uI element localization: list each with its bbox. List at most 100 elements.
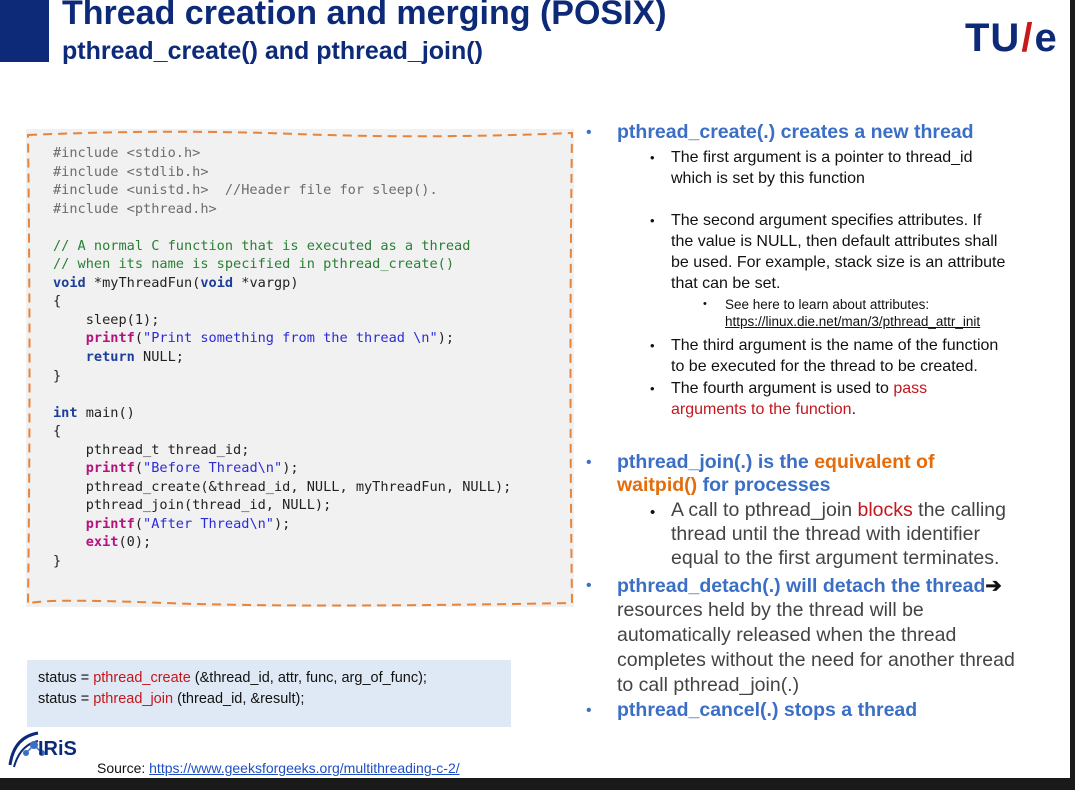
code-token: ); — [274, 515, 291, 532]
code-line: printf("After Thread\n"); — [53, 515, 511, 534]
code-line: } — [53, 553, 62, 570]
arg2-text-line: The second argument specifies attributes… — [671, 212, 982, 229]
slide: Thread creation and merging (POSIX) pthr… — [0, 0, 1070, 778]
arg4-highlight: pass — [893, 380, 928, 397]
signature-line-create: status = pthread_create (&thread_id, att… — [38, 670, 427, 686]
title-accent-square — [0, 0, 49, 62]
code-line: { — [53, 293, 62, 310]
code-line: pthread_t thread_id; — [53, 441, 250, 458]
sub-bullet-dot: • — [650, 338, 655, 353]
code-line: #include <stdlib.h> — [53, 163, 209, 180]
source-credit: Source: https://www.geeksforgeeks.org/mu… — [97, 760, 460, 776]
join-desc-line: A call to pthread_join blocks the callin… — [671, 499, 1006, 522]
code-token: int — [53, 404, 78, 421]
slide-subtitle: pthread_create() and pthread_join() — [62, 37, 483, 65]
code-token: ); — [437, 330, 455, 347]
detach-desc-line: resources held by the thread will be — [617, 599, 924, 621]
arg4-text: The fourth argument is used to — [671, 380, 894, 397]
code-token: (0); — [118, 534, 152, 551]
join-heading-highlight: waitpid() — [617, 474, 698, 496]
join-desc-highlight: blocks — [857, 499, 913, 521]
tue-logo: TU/e — [965, 16, 1058, 61]
bullet-pthread-create-heading: pthread_create(.) creates a new thread — [617, 121, 974, 143]
slide-title: Thread creation and merging (POSIX) — [62, 0, 667, 32]
arg3-text-line: The third argument is the name of the fu… — [671, 337, 999, 354]
signature-prefix: status = — [38, 670, 94, 686]
signature-fn-join: pthread_join — [93, 691, 174, 707]
arg1-text-line: which is set by this function — [671, 170, 865, 187]
code-token: *vargp) — [233, 274, 299, 291]
bullet-pthread-join-heading: waitpid() for processes — [617, 474, 830, 497]
join-heading-highlight: equivalent of — [814, 451, 935, 473]
code-token: printf — [85, 460, 135, 477]
code-line: printf("Print something from the thread … — [53, 329, 511, 348]
code-token: printf — [85, 515, 135, 532]
arg4-text-line: The fourth argument is used to pass — [671, 380, 927, 398]
code-line: #include <unistd.h> //Header file for sl… — [53, 182, 438, 199]
join-heading-text: pthread_join(.) is the — [617, 451, 815, 473]
arg3-text-line: to be executed for the thread to be crea… — [671, 358, 978, 375]
code-token: ( — [134, 330, 144, 347]
code-listing: #include <stdio.h> #include <stdlib.h> #in… — [53, 144, 511, 571]
code-line: } — [53, 367, 62, 384]
sub-bullet-dot: • — [650, 150, 655, 165]
bullet-pthread-cancel-heading: pthread_cancel(.) stops a thread — [617, 699, 918, 721]
source-label: Source: — [97, 760, 150, 776]
code-token: *myThreadFun( — [85, 274, 201, 291]
code-line: // A normal C function that is executed … — [53, 237, 471, 254]
arg2-text-line: the value is NULL, then default attribut… — [671, 233, 998, 250]
code-token: ); — [282, 460, 299, 477]
code-line: printf("Before Thread\n"); — [53, 459, 511, 478]
join-desc-text: the calling — [912, 499, 1006, 521]
code-line: sleep(1); — [53, 311, 160, 328]
code-line: int main() — [53, 404, 511, 423]
code-token: NULL; — [134, 349, 184, 366]
code-line: exit(0); — [53, 533, 511, 552]
code-line: #include <stdio.h> — [53, 145, 201, 161]
logo-text-e: e — [1034, 16, 1058, 60]
source-link[interactable]: https://www.geeksforgeeks.org/multithrea… — [149, 760, 459, 776]
code-line: pthread_create(&thread_id, NULL, myThrea… — [53, 478, 512, 495]
signature-prefix: status = — [38, 691, 94, 707]
code-line: return NULL; — [53, 348, 511, 367]
code-line: #include <pthread.h> — [53, 200, 217, 217]
arg4-text-line: arguments to the function. — [671, 401, 856, 419]
bullet-dot: • — [586, 702, 592, 719]
attributes-link[interactable]: https://linux.die.net/man/3/pthread_attr… — [725, 314, 980, 329]
bullet-pthread-detach-heading: pthread_detach(.) will detach the thread… — [617, 574, 1002, 598]
bullet-dot: • — [586, 454, 592, 471]
code-token: "After Thread\n" — [143, 515, 274, 532]
sub-bullet-dot: • — [650, 504, 656, 521]
arg2-text-line: that can be set. — [671, 275, 781, 292]
detach-desc-line: automatically released when the thread — [617, 624, 957, 646]
code-line: // when its name is specified in pthread… — [53, 256, 455, 273]
arg2-text-line: be used. For example, stack size is an a… — [671, 254, 1006, 271]
join-heading-text: for processes — [697, 474, 831, 496]
code-line: pthread_join(thread_id, NULL); — [53, 497, 332, 514]
logo-slash: / — [1021, 16, 1034, 60]
signature-fn-create: pthread_create — [93, 670, 191, 686]
code-token: void — [53, 274, 86, 291]
join-desc-text: A call to pthread_join — [671, 499, 858, 521]
detach-heading-text: pthread_detach(.) will detach the thread — [617, 575, 986, 597]
signature-args: (&thread_id, attr, func, arg_of_func); — [190, 670, 427, 686]
sub-bullet-dot: • — [650, 213, 655, 228]
detach-desc-line: completes without the need for another t… — [617, 649, 1015, 671]
code-token: main() — [77, 404, 135, 421]
join-desc-line: thread until the thread with identifier — [671, 523, 980, 545]
signature-args: (thread_id, &result); — [173, 691, 305, 707]
code-token: ( — [134, 515, 144, 532]
code-line: { — [53, 423, 62, 440]
logo-text-tu: TU — [965, 16, 1021, 60]
signature-line-join: status = pthread_join (thread_id, &resul… — [38, 691, 304, 707]
sub-bullet-dot: • — [650, 381, 655, 396]
code-token: exit — [85, 534, 119, 551]
arrow-right-icon: ➔ — [985, 575, 1002, 597]
code-token: ( — [134, 460, 144, 477]
